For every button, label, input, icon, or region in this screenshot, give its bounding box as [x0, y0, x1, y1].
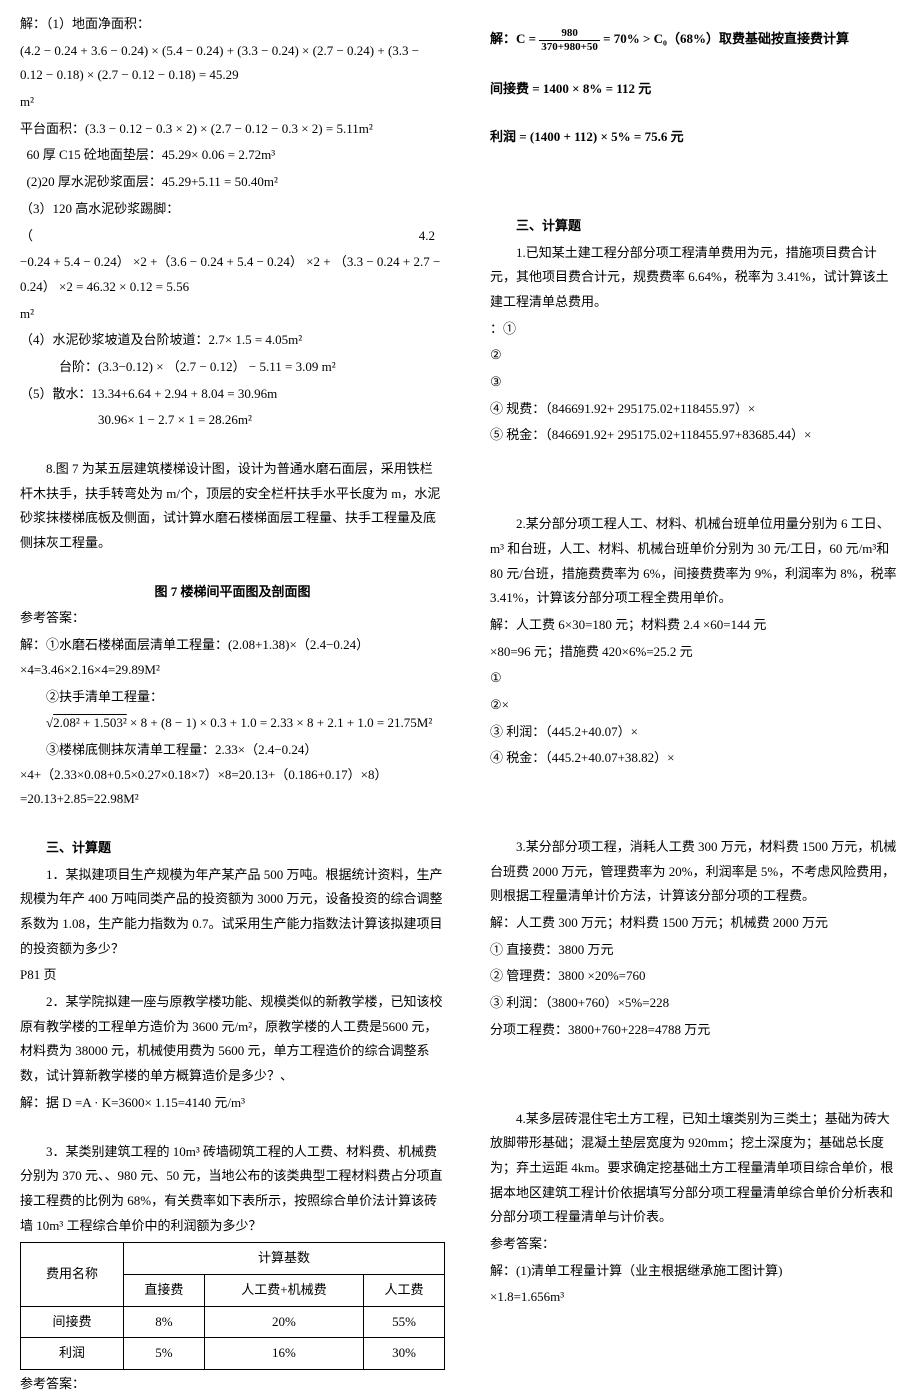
table-row: 间接费 8% 20% 55% [21, 1306, 445, 1338]
text: 参考答案： [490, 1232, 900, 1257]
formula: 间接费 = 1400 × 8% = 112 元 [490, 77, 900, 102]
text: (2)20 厚水泥砂浆面层：45.29+5.11 = 50.40m² [20, 170, 445, 195]
paragraph: 3.某分部分项工程，消耗人工费 300 万元，材料费 1500 万元，机械台班费… [490, 835, 900, 909]
formula: 解：C = 980370+980+50 = 70% > C₀（68%）取费基础按… [490, 27, 900, 53]
text: ②扶手清单工程量： [20, 685, 445, 710]
formula: 利润 = (1400 + 112) × 5% = 75.6 元 [490, 125, 900, 150]
text: ⑤ 税金：（846691.92+ 295175.02+118455.97+836… [490, 423, 900, 448]
text: 平台面积：(3.3 − 0.12 − 0.3 × 2) × (2.7 − 0.1… [20, 117, 445, 142]
text: (4.2 − 0.24 + 3.6 − 0.24) × (5.4 − 0.24)… [20, 39, 445, 88]
text: −0.24 + 5.4 − 0.24） ×2 +（3.6 − 0.24 + 5.… [20, 250, 445, 299]
text: 台阶：(3.3−0.12) × （2.7 − 0.12） − 5.11 = 3.… [20, 355, 445, 380]
text: ④ 税金：（445.2+40.07+38.82）× [490, 746, 900, 771]
text: 30.96× 1 − 2.7 × 1 = 28.26m² [20, 408, 445, 433]
text: 分项工程费：3800+760+228=4788 万元 [490, 1018, 900, 1043]
text: 参考答案： [20, 606, 445, 631]
text: 60 厚 C15 砼地面垫层：45.29× 0.06 = 2.72m³ [20, 143, 445, 168]
table-row: 利润 5% 16% 30% [21, 1338, 445, 1370]
text: 解：(1)清单工程量计算（业主根据继承施工图计算) [490, 1259, 900, 1284]
paragraph: 1.已知某土建工程分部分项工程清单费用为元，措施项目费合计元，其他项目费合计元，… [490, 241, 900, 315]
text: 4.2 [419, 224, 435, 249]
paragraph: 4.某多层砖混住宅土方工程，已知土壤类别为三类土；基础为砖大放脚带形基础；混凝土… [490, 1107, 900, 1230]
text: ② [490, 343, 900, 368]
paragraph: 2．某学院拟建一座与原教学楼功能、规模类似的新教学楼，已知该校原有教学楼的工程单… [20, 990, 445, 1089]
text: ③ 利润：（3800+760）×5%=228 [490, 991, 900, 1016]
section-heading: 三、计算题 [490, 214, 900, 239]
text: P81 页 [20, 963, 445, 988]
text: ③楼梯底侧抹灰清单工程量：2.33×（2.4−0.24）×4+（2.33×0.0… [20, 738, 445, 812]
text: （3）120 高水泥砂浆踢脚： [20, 197, 445, 222]
text: （5）散水：13.34+6.64 + 2.94 + 8.04 = 30.96m [20, 382, 445, 407]
text: 解：①水磨石楼梯面层清单工程量：(2.08+1.38)×（2.4−0.24）×4… [20, 633, 445, 682]
paragraph: 1．某拟建项目生产规模为年产某产品 500 万吨。根据统计资料，生产规模为年产 … [20, 863, 445, 962]
text: ① 直接费：3800 万元 [490, 938, 900, 963]
text: ：① [490, 317, 900, 342]
text: ×1.8=1.656m³ [490, 1285, 900, 1310]
text: 解：人工费 6×30=180 元；材料费 2.4 ×60=144 元 [490, 613, 900, 638]
text: 参考答案： [20, 1372, 445, 1397]
text: ③ [490, 370, 900, 395]
paragraph: 2.某分部分项工程人工、材料、机械台班单位用量分别为 6 工日、m³ 和台班，人… [490, 512, 900, 611]
text: 解：（1）地面净面积： [20, 12, 445, 37]
text: （ 4.2 [20, 224, 445, 249]
table-header: 人工费 [363, 1274, 444, 1306]
text: m² [20, 302, 445, 327]
text: ④ 规费：（846691.92+ 295175.02+118455.97）× [490, 397, 900, 422]
paragraph: 8.图 7 为某五层建筑楼梯设计图，设计为普通水磨石面层，采用铁栏杆木扶手，扶手… [20, 457, 445, 556]
section-heading: 三、计算题 [20, 836, 445, 861]
table-header: 直接费 [123, 1274, 204, 1306]
formula: √2.08² + 1.503² × 8 + (8 − 1) × 0.3 + 1.… [20, 711, 445, 736]
text: ③ 利润：（445.2+40.07）× [490, 720, 900, 745]
text: （ [20, 224, 33, 249]
table-header: 人工费+机械费 [204, 1274, 363, 1306]
text: ×80=96 元；措施费 420×6%=25.2 元 [490, 640, 900, 665]
text: 解：据 D =A · K=3600× 1.15=4140 元/m³ [20, 1091, 445, 1116]
figure-caption: 图 7 楼梯间平面图及剖面图 [20, 580, 445, 605]
table-header: 计算基数 [123, 1243, 444, 1275]
table-header: 费用名称 [21, 1243, 124, 1306]
text: m² [20, 90, 445, 115]
text: ② 管理费：3800 ×20%=760 [490, 964, 900, 989]
text: ① [490, 666, 900, 691]
text: 解：人工费 300 万元；材料费 1500 万元；机械费 2000 万元 [490, 911, 900, 936]
text: （4）水泥砂浆坡道及台阶坡道：2.7× 1.5 = 4.05m² [20, 328, 445, 353]
fee-table: 费用名称 计算基数 直接费 人工费+机械费 人工费 间接费 8% 20% 55%… [20, 1242, 445, 1370]
paragraph: 3．某类别建筑工程的 10m³ 砖墙砌筑工程的人工费、材料费、机械费分别为 37… [20, 1140, 445, 1239]
text: ②× [490, 693, 900, 718]
